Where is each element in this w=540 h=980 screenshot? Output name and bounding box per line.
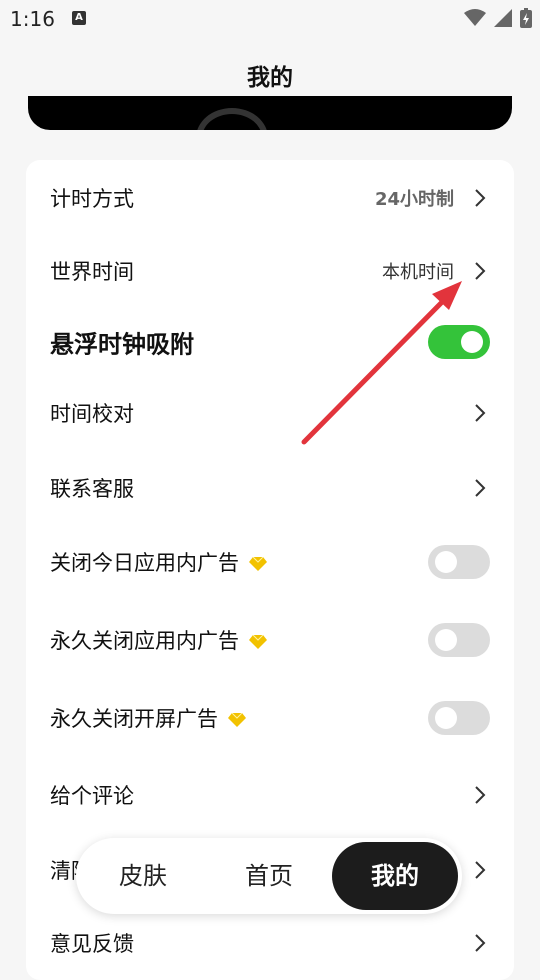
setting-float-clock: 悬浮时钟吸附 bbox=[26, 306, 514, 378]
banner-arc-decoration bbox=[196, 108, 268, 130]
setting-label-text: 永久关闭开屏广告 bbox=[50, 707, 218, 731]
status-time: 1:16 bbox=[10, 7, 55, 31]
wifi-icon bbox=[464, 9, 486, 26]
chevron-right-icon bbox=[475, 404, 486, 422]
clock-banner bbox=[28, 96, 512, 130]
toggle-knob bbox=[435, 707, 457, 729]
chevron-right-icon bbox=[475, 262, 486, 280]
chevron-right-icon bbox=[475, 786, 486, 804]
status-icons bbox=[464, 8, 532, 28]
setting-label: 关闭今日应用内广告 bbox=[50, 547, 267, 577]
setting-rate[interactable]: 给个评论 bbox=[26, 759, 514, 831]
tab-mine[interactable]: 我的 bbox=[332, 842, 458, 910]
setting-feedback[interactable]: 意见反馈 bbox=[26, 907, 514, 979]
setting-time-calibration[interactable]: 时间校对 bbox=[26, 377, 514, 449]
setting-close-today-ads: 关闭今日应用内广告 bbox=[26, 526, 514, 598]
chevron-right-icon bbox=[475, 861, 486, 879]
diamond-icon bbox=[249, 635, 267, 649]
setting-label: 意见反馈 bbox=[50, 932, 134, 956]
setting-close-forever-ads: 永久关闭应用内广告 bbox=[26, 604, 514, 676]
close-forever-ads-toggle[interactable] bbox=[428, 623, 490, 657]
setting-contact-support[interactable]: 联系客服 bbox=[26, 452, 514, 524]
status-bar: 1:16 A bbox=[0, 0, 540, 40]
close-today-ads-toggle[interactable] bbox=[428, 545, 490, 579]
toggle-knob bbox=[435, 551, 457, 573]
setting-time-format[interactable]: 计时方式 24小时制 bbox=[26, 162, 514, 234]
close-splash-ads-toggle[interactable] bbox=[428, 701, 490, 735]
setting-label-text: 关闭今日应用内广告 bbox=[50, 551, 239, 575]
chevron-right-icon bbox=[475, 479, 486, 497]
signal-icon bbox=[494, 9, 512, 27]
chevron-right-icon bbox=[475, 934, 486, 952]
setting-label: 联系客服 bbox=[50, 477, 134, 501]
setting-label: 悬浮时钟吸附 bbox=[50, 330, 194, 359]
setting-value: 24小时制 bbox=[374, 189, 454, 210]
chevron-right-icon bbox=[475, 189, 486, 207]
bottom-tab-bar: 皮肤 首页 我的 bbox=[76, 838, 462, 914]
setting-close-splash-ads: 永久关闭开屏广告 bbox=[26, 682, 514, 754]
toggle-knob bbox=[435, 629, 457, 651]
setting-label: 给个评论 bbox=[50, 784, 134, 808]
battery-icon bbox=[520, 8, 532, 28]
toggle-knob bbox=[461, 331, 483, 353]
diamond-icon bbox=[249, 557, 267, 571]
setting-label-text: 永久关闭应用内广告 bbox=[50, 629, 239, 653]
setting-label: 永久关闭应用内广告 bbox=[50, 625, 267, 655]
float-clock-toggle[interactable] bbox=[428, 325, 490, 359]
setting-label: 永久关闭开屏广告 bbox=[50, 703, 246, 733]
tab-home[interactable]: 首页 bbox=[206, 842, 332, 910]
setting-label: 世界时间 bbox=[50, 260, 134, 284]
setting-world-time[interactable]: 世界时间 本机时间 bbox=[26, 235, 514, 307]
setting-value: 本机时间 bbox=[382, 262, 454, 283]
notification-icon: A bbox=[72, 11, 86, 25]
diamond-icon bbox=[228, 713, 246, 727]
setting-label: 计时方式 bbox=[50, 187, 134, 211]
tab-skin[interactable]: 皮肤 bbox=[80, 842, 206, 910]
setting-label: 时间校对 bbox=[50, 402, 134, 426]
page-title: 我的 bbox=[247, 65, 293, 91]
